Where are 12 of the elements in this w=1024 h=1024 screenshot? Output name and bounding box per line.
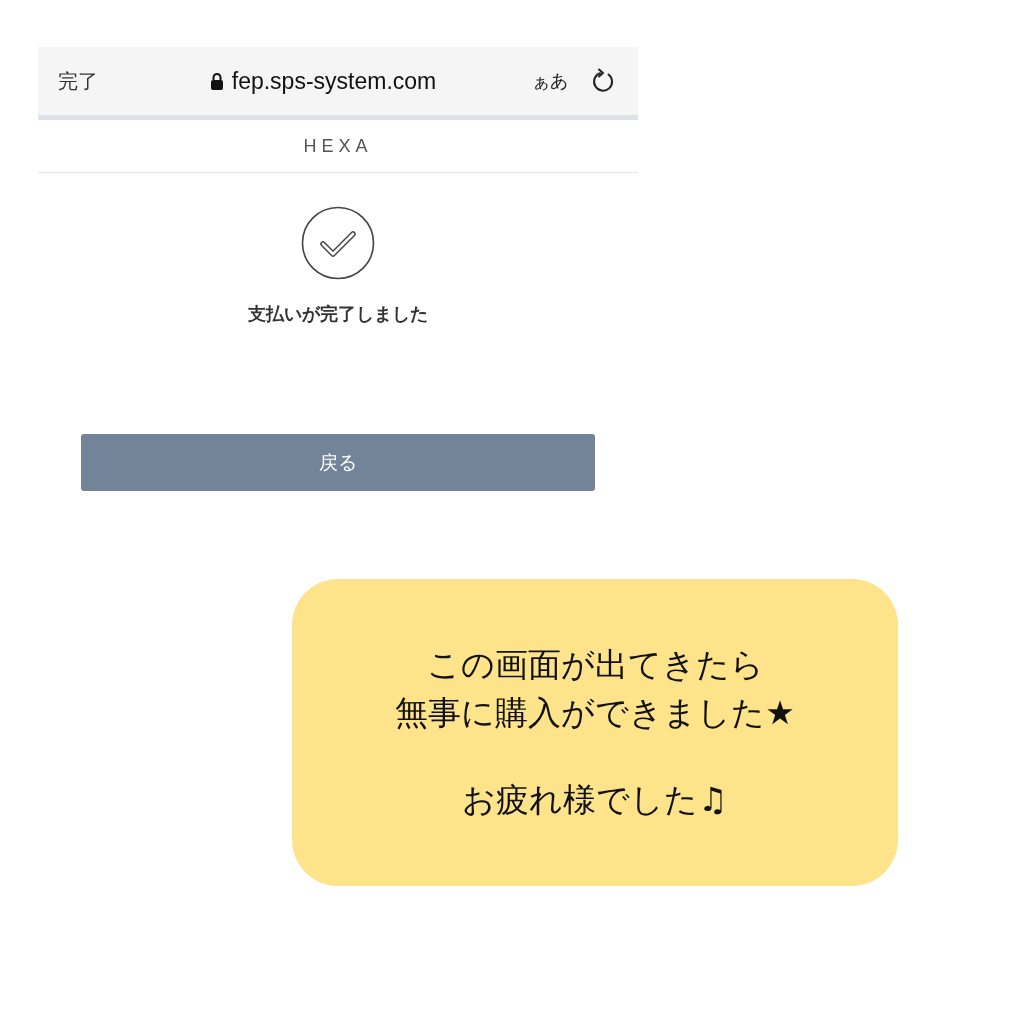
reload-icon[interactable] (592, 68, 616, 94)
check-circle-icon (301, 206, 375, 280)
url-text[interactable]: fep.sps-system.com (231, 67, 437, 95)
callout-text: お疲れ様でした♫ (462, 779, 728, 822)
done-button[interactable]: 完了 (58, 67, 98, 95)
back-button[interactable]: 戻る (81, 434, 595, 491)
text-size-button[interactable]: ぁあ (532, 69, 568, 93)
success-message: 支払いが完了しました (248, 302, 428, 326)
site-logo: HEXA (303, 135, 373, 157)
lock-icon (209, 72, 224, 90)
callout-text: この画面が出てきたら (426, 643, 764, 686)
callout-text: 無事に購入ができました★ (395, 691, 795, 734)
